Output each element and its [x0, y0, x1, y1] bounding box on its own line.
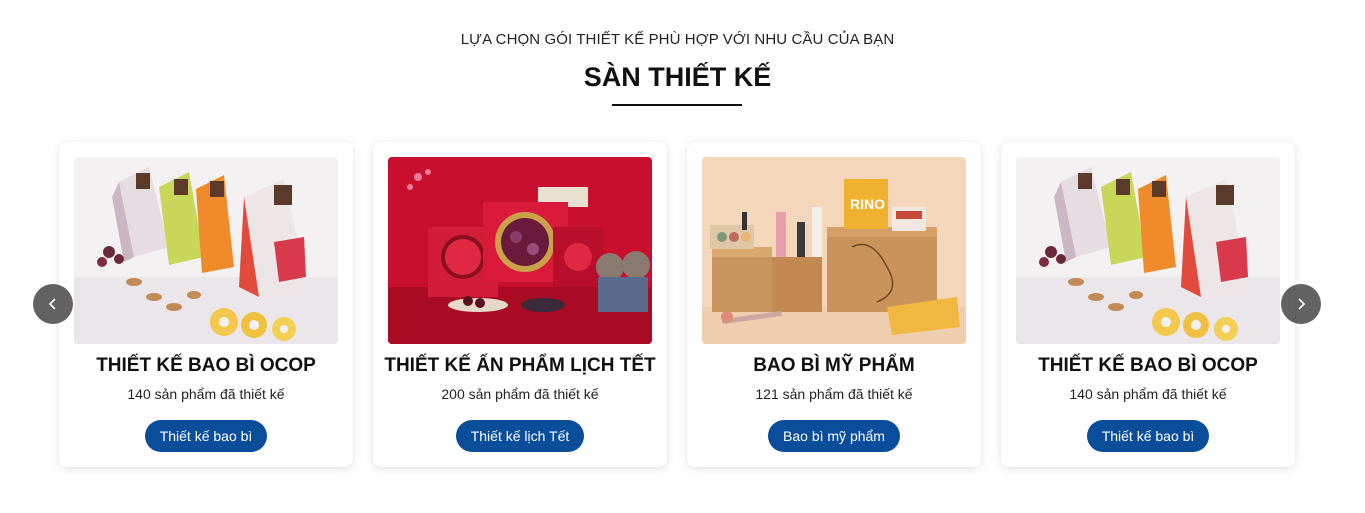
card-cta-button[interactable]: Thiết kế bao bì	[144, 420, 268, 452]
card-title: BAO BÌ MỸ PHẨM	[753, 355, 915, 376]
design-marketplace-section: LỰA CHỌN GÓI THIẾT KẾ PHÙ HỢP VỚI NHU CẦ…	[0, 0, 1365, 513]
design-card-cosmetics: RINO BAO BÌ MỸ PHẨM 121 sản phẩm đã thiế…	[687, 142, 981, 467]
card-product-count: 140 sản phẩm đã thiết kế	[127, 386, 285, 402]
carousel-next-button[interactable]	[1281, 284, 1321, 324]
card-title: THIẾT KẾ ẤN PHẨM LỊCH TẾT	[384, 355, 656, 376]
chevron-left-icon	[48, 298, 56, 310]
card-cta-button[interactable]: Thiết kế bao bì	[1086, 420, 1210, 452]
cosmetics-packaging-image: RINO	[702, 157, 966, 344]
design-card-ocop-2: THIẾT KẾ BAO BÌ OCOP 140 sản phẩm đã thi…	[1001, 142, 1295, 467]
title-underline	[612, 104, 742, 106]
tet-calendar-image	[388, 157, 652, 344]
card-product-count: 200 sản phẩm đã thiết kế	[441, 386, 599, 402]
card-title: THIẾT KẾ BAO BÌ OCOP	[1038, 355, 1258, 376]
card-product-count: 140 sản phẩm đã thiết kế	[1069, 386, 1227, 402]
section-subtitle: LỰA CHỌN GÓI THIẾT KẾ PHÙ HỢP VỚI NHU CẦ…	[460, 31, 895, 48]
carousel-prev-button[interactable]	[33, 284, 73, 324]
card-product-count: 121 sản phẩm đã thiết kế	[755, 386, 913, 402]
section-title: SÀN THIẾT KẾ	[583, 62, 772, 92]
ocop-packaging-image	[74, 157, 338, 344]
chevron-right-icon	[1298, 298, 1306, 310]
card-image-cosmetics-packaging[interactable]: RINO	[702, 157, 966, 344]
card-image-ocop-packaging[interactable]	[1016, 157, 1280, 344]
svg-text:RINO: RINO	[850, 196, 885, 212]
design-card-tet-calendar: THIẾT KẾ ẤN PHẨM LỊCH TẾT 200 sản phẩm đ…	[373, 142, 667, 467]
card-title: THIẾT KẾ BAO BÌ OCOP	[96, 355, 316, 376]
card-image-tet-calendar[interactable]	[388, 157, 652, 344]
design-card-ocop: THIẾT KẾ BAO BÌ OCOP 140 sản phẩm đã thi…	[59, 142, 353, 467]
card-image-ocop-packaging[interactable]	[74, 157, 338, 344]
card-cta-button[interactable]: Bao bì mỹ phẩm	[768, 420, 900, 452]
card-cta-button[interactable]: Thiết kế lịch Tết	[455, 420, 585, 452]
ocop-packaging-image	[1016, 157, 1280, 344]
